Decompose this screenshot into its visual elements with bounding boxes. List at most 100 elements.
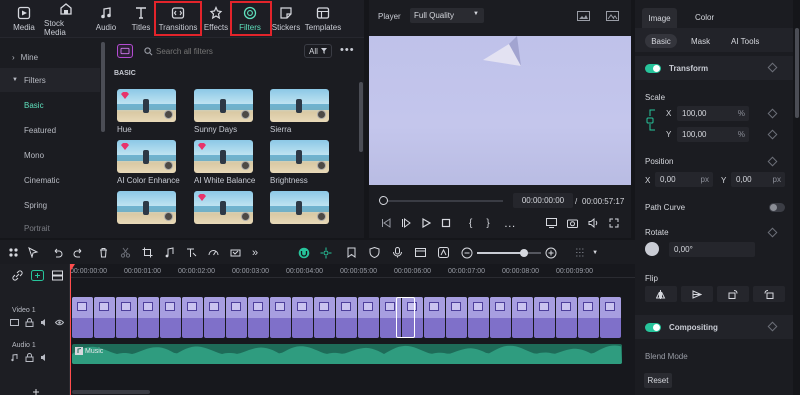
more-options-icon[interactable]: ••• <box>340 44 355 56</box>
filter-thumb-sierra[interactable] <box>270 89 329 122</box>
flip-vertical-button[interactable] <box>681 286 713 302</box>
playhead-handle[interactable] <box>379 196 388 205</box>
audio-clip[interactable]: Music <box>72 344 622 364</box>
tab-image[interactable]: Image <box>642 8 677 28</box>
path-curve-toggle[interactable] <box>769 203 785 212</box>
video-clip[interactable] <box>72 297 93 338</box>
download-icon[interactable] <box>317 161 326 170</box>
play-frame-icon[interactable] <box>401 218 411 228</box>
download-icon[interactable] <box>241 110 250 119</box>
video-clip[interactable] <box>512 297 533 338</box>
more-icon[interactable]: … <box>504 217 516 229</box>
rotate-dial[interactable] <box>645 242 659 256</box>
volume-icon[interactable] <box>588 218 599 228</box>
chevron-down-icon[interactable]: ▼ <box>592 250 598 256</box>
filter-search-input[interactable] <box>156 44 296 58</box>
monitor-icon[interactable] <box>545 218 557 228</box>
nav-mono[interactable]: Mono <box>0 143 100 167</box>
filter-thumb-ai-color-enhance[interactable] <box>117 140 176 173</box>
download-icon[interactable] <box>164 110 173 119</box>
delete-icon[interactable] <box>98 247 109 258</box>
keyframe-diamond-icon[interactable] <box>767 227 778 238</box>
video-clip[interactable] <box>336 297 357 338</box>
eye-icon[interactable] <box>55 318 64 327</box>
video-clip[interactable] <box>226 297 247 338</box>
render-preview-icon[interactable] <box>415 247 427 258</box>
mute-icon[interactable] <box>40 353 49 362</box>
transform-toggle[interactable] <box>645 63 661 73</box>
download-icon[interactable] <box>317 212 326 221</box>
nav-basic[interactable]: Basic <box>0 93 100 117</box>
quality-dropdown[interactable]: Full Quality ▼ <box>410 8 484 23</box>
undo-icon[interactable] <box>52 247 63 258</box>
timeline-playhead[interactable] <box>70 264 71 395</box>
zoom-slider-handle[interactable] <box>520 248 529 257</box>
video-clip[interactable] <box>94 297 115 338</box>
video-clip[interactable] <box>578 297 599 338</box>
scope-dropdown[interactable]: All <box>304 44 332 58</box>
tab-stock-media[interactable]: Stock Media <box>44 0 88 38</box>
marker-icon[interactable] <box>346 247 357 258</box>
add-track-icon[interactable] <box>31 270 44 281</box>
video-clip[interactable] <box>490 297 511 338</box>
zoom-slider[interactable] <box>477 248 542 257</box>
more-tools-icon[interactable]: » <box>252 247 258 259</box>
video-clip[interactable] <box>314 297 335 338</box>
video-clip[interactable] <box>534 297 555 338</box>
nav-mine[interactable]: › Mine <box>0 45 100 69</box>
video-clip[interactable] <box>446 297 467 338</box>
mute-icon[interactable] <box>40 318 49 327</box>
video-clip[interactable] <box>160 297 181 338</box>
link-icon[interactable] <box>12 270 23 281</box>
filter-thumb-hue[interactable] <box>117 89 176 122</box>
lock-ratio-icon[interactable] <box>645 108 657 132</box>
stop-icon[interactable] <box>441 218 451 228</box>
favorites-button[interactable] <box>117 44 133 58</box>
filter-thumb-sunny-days[interactable] <box>194 89 253 122</box>
nav-scrollbar[interactable] <box>101 42 105 132</box>
crop-icon[interactable] <box>142 247 153 258</box>
video-clip[interactable] <box>182 297 203 338</box>
subtab-ai-tools[interactable]: AI Tools <box>731 37 759 46</box>
filter-thumb-ai-white-balance[interactable] <box>194 140 253 173</box>
scale-x-input[interactable]: 100,00% <box>677 106 749 121</box>
layout-grid-icon[interactable] <box>8 247 19 258</box>
video-clip[interactable] <box>292 297 313 338</box>
shield-icon[interactable] <box>369 247 380 258</box>
rotate-input[interactable]: 0,00° <box>669 242 755 257</box>
nav-cinematic[interactable]: Cinematic <box>0 168 100 192</box>
video-clip[interactable] <box>600 297 621 338</box>
filter-thumb-brightness[interactable] <box>270 140 329 173</box>
download-icon[interactable] <box>241 212 250 221</box>
auto-ripple-icon[interactable] <box>320 247 332 259</box>
rotate-ccw-button[interactable] <box>753 286 785 302</box>
lock-icon[interactable] <box>25 318 34 327</box>
step-back-icon[interactable] <box>381 218 391 228</box>
track-manager-icon[interactable] <box>52 270 63 281</box>
keyframe-diamond-icon[interactable] <box>767 129 778 140</box>
video-clip[interactable] <box>116 297 137 338</box>
tab-templates[interactable]: Templates <box>304 0 342 38</box>
video-clip[interactable] <box>358 297 379 338</box>
nav-spring[interactable]: Spring <box>0 193 100 217</box>
flip-horizontal-button[interactable] <box>645 286 677 302</box>
play-icon[interactable] <box>421 218 431 228</box>
filter-thumb[interactable] <box>194 191 253 224</box>
video-clip[interactable] <box>204 297 225 338</box>
download-icon[interactable] <box>164 212 173 221</box>
selected-clip[interactable] <box>396 297 415 338</box>
video-clip[interactable] <box>468 297 489 338</box>
position-y-input[interactable]: 0,00 px <box>731 172 785 187</box>
fullscreen-icon[interactable] <box>609 218 619 228</box>
timeline-settings-icon[interactable] <box>575 247 586 258</box>
tab-effects[interactable]: Effects <box>202 0 230 38</box>
keyframe-diamond-icon[interactable] <box>767 108 778 119</box>
record-voiceover-icon[interactable] <box>392 247 403 258</box>
filter-thumb[interactable] <box>270 191 329 224</box>
zoom-out-icon[interactable] <box>461 247 473 259</box>
redo-icon[interactable] <box>73 247 84 258</box>
select-arrow-icon[interactable] <box>28 247 39 258</box>
nav-featured[interactable]: Featured <box>0 118 100 142</box>
tab-media[interactable]: Media <box>4 0 44 38</box>
download-icon[interactable] <box>317 110 326 119</box>
